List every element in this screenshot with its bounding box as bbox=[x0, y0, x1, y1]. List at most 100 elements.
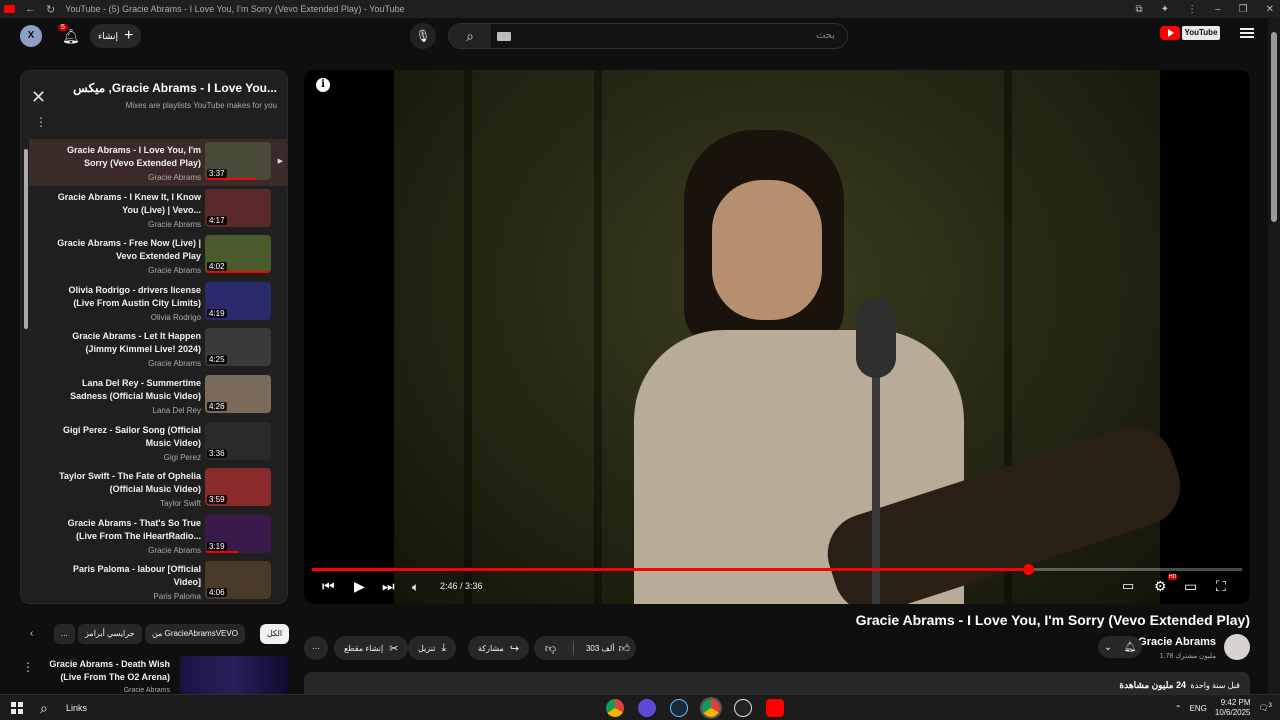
playlist-item-thumbnail[interactable]: 4:17 bbox=[205, 188, 271, 227]
more-actions-button[interactable]: ⋯ bbox=[304, 636, 328, 660]
playlist-item-title[interactable]: Lana Del Rey - Summertime Sadness (Offic… bbox=[51, 377, 201, 403]
chevron-left-icon[interactable]: ‹ bbox=[30, 628, 33, 639]
playlist-item-thumbnail[interactable]: 4:26 bbox=[205, 374, 271, 413]
theater-mode-icon[interactable]: ▭ bbox=[1184, 578, 1197, 595]
page-scrollbar-thumb[interactable] bbox=[1271, 32, 1277, 222]
playlist-item-title[interactable]: Taylor Swift - The Fate of Ophelia (Offi… bbox=[51, 470, 201, 496]
volume-icon[interactable]: 🔈︎ bbox=[412, 580, 419, 595]
playlist-item-title[interactable]: Paris Paloma - labour [Official Video] bbox=[51, 563, 201, 589]
close-window-button[interactable]: ✕ bbox=[1266, 4, 1274, 15]
keyboard-icon[interactable] bbox=[497, 32, 511, 41]
page-scrollbar[interactable] bbox=[1268, 18, 1280, 694]
chrome-active-icon[interactable] bbox=[700, 697, 722, 719]
playlist-item[interactable]: Olivia Rodrigo - drivers license (Live F… bbox=[29, 279, 287, 326]
menu-icon[interactable] bbox=[1240, 28, 1254, 38]
playlist-item-thumbnail[interactable]: 4:06 bbox=[205, 561, 271, 600]
playlist-item[interactable]: Gigi Perez - Sailor Song (Official Music… bbox=[29, 419, 287, 466]
maximize-button[interactable]: ❐ bbox=[1239, 4, 1248, 15]
video-player[interactable]: i ⏮︎ ▶︎ ⏭︎ 🔈︎ 2:46 / 3:36 ▭ ⚙︎ HD ▭ ⛶ bbox=[304, 70, 1250, 604]
clip-button[interactable]: إنشاء مقطع ✂ bbox=[334, 636, 409, 660]
previous-icon[interactable]: ⏮︎ bbox=[322, 578, 335, 595]
steam-icon[interactable] bbox=[670, 699, 688, 717]
playlist-item[interactable]: Gracie Abrams - Let It Happen (Jimmy Kim… bbox=[29, 325, 287, 372]
playlist-item[interactable]: Gracie Abrams - Free Now (Live) | Vevo E… bbox=[29, 232, 287, 279]
playlist-item[interactable]: Gracie Abrams - I Knew It, I Know You (L… bbox=[29, 186, 287, 233]
playlist-item-thumbnail[interactable]: 4:25 bbox=[205, 328, 271, 367]
taskbar-search-icon[interactable]: ⌕ bbox=[40, 700, 48, 717]
subtitles-icon[interactable]: ▭ bbox=[1122, 578, 1134, 594]
search-button[interactable]: ⌕ bbox=[449, 24, 491, 48]
chrome-icon[interactable] bbox=[606, 699, 624, 717]
playlist-item-thumbnail[interactable]: 3:59 bbox=[205, 468, 271, 507]
search-input[interactable]: بحث bbox=[816, 30, 835, 41]
translate-icon[interactable]: ⧉ bbox=[1136, 4, 1143, 15]
youtube-tab-icon bbox=[4, 5, 15, 13]
like-button[interactable]: 303 ألف 👍︎ bbox=[580, 642, 636, 655]
close-icon[interactable]: ✕ bbox=[31, 87, 46, 108]
search-box[interactable]: ⌕ بحث bbox=[448, 23, 848, 49]
next-icon[interactable]: ⏭︎ bbox=[382, 578, 395, 595]
playlist-item-title[interactable]: Olivia Rodrigo - drivers license (Live F… bbox=[51, 284, 201, 310]
minimize-button[interactable]: – bbox=[1215, 4, 1221, 15]
youtube-logo[interactable]: YouTube bbox=[1160, 26, 1220, 40]
playlist-item[interactable]: Gracie Abrams - That's So True (Live Fro… bbox=[29, 512, 287, 559]
clock[interactable]: 9:42 PM 10/6/2025 bbox=[1215, 698, 1251, 718]
playlist-item-thumbnail[interactable]: 4:02 bbox=[205, 235, 271, 274]
recommended-video[interactable]: ⋮ Gracie Abrams - Death Wish (Live From … bbox=[20, 656, 288, 694]
messenger-icon[interactable] bbox=[638, 699, 656, 717]
subscription-button[interactable]: ⌄ 🔔︎ bbox=[1098, 636, 1142, 658]
chevron-up-icon[interactable]: ⌃ bbox=[1175, 704, 1182, 713]
playlist-item[interactable]: Lana Del Rey - Summertime Sadness (Offic… bbox=[29, 372, 287, 419]
channel-name[interactable]: ✔︎ Gracie Abrams bbox=[1129, 636, 1216, 648]
playlist-item[interactable]: Gracie Abrams - I Love You, I'm Sorry (V… bbox=[29, 139, 287, 186]
extensions-icon[interactable]: ✦ bbox=[1161, 4, 1169, 15]
back-icon[interactable]: ← bbox=[25, 3, 36, 15]
menu-dots-icon[interactable]: ⋮ bbox=[1187, 4, 1197, 15]
share-button[interactable]: مشاركة ↪ bbox=[468, 636, 530, 660]
windows-start-icon[interactable] bbox=[11, 702, 23, 714]
description-box[interactable]: قبل سنة واحدة 24 مليون مشاهدة bbox=[304, 672, 1250, 696]
reload-icon[interactable]: ↻ bbox=[46, 3, 55, 16]
speed-icon[interactable] bbox=[734, 699, 752, 717]
play-icon[interactable]: ▶︎ bbox=[354, 578, 365, 595]
playlist-item-title[interactable]: Gracie Abrams - I Knew It, I Know You (L… bbox=[51, 191, 201, 217]
links-toolbar[interactable]: Links bbox=[66, 703, 87, 713]
chip-from-channel[interactable]: من GracieAbramsVEVO bbox=[145, 624, 245, 644]
playlist-item-title[interactable]: Gracie Abrams - I Love You, I'm Sorry (V… bbox=[51, 144, 201, 170]
notification-center-icon[interactable]: 🗨︎3 bbox=[1259, 703, 1273, 713]
download-button[interactable]: تنزيل ⤓ bbox=[408, 636, 457, 660]
playlist-item-thumbnail[interactable]: 3:19 bbox=[205, 514, 271, 553]
chip-all[interactable]: الكل bbox=[260, 624, 290, 644]
settings-icon[interactable]: ⚙︎ bbox=[1154, 578, 1167, 595]
playlist-item[interactable]: Paris Paloma - labour [Official Video] Pa… bbox=[29, 558, 287, 603]
playlist-item[interactable]: Taylor Swift - The Fate of Ophelia (Offi… bbox=[29, 465, 287, 512]
video-frame[interactable] bbox=[394, 70, 1191, 604]
playlist-item-thumbnail[interactable]: 3:37 bbox=[205, 142, 271, 180]
playlist-item-thumbnail[interactable]: 3:36 bbox=[205, 421, 271, 460]
chip-more[interactable]: ... bbox=[54, 624, 75, 644]
recommended-channel[interactable]: Gracie Abrams bbox=[124, 687, 170, 694]
recommended-title[interactable]: Gracie Abrams - Death Wish (Live From Th… bbox=[30, 658, 170, 684]
scrollbar-thumb[interactable] bbox=[24, 149, 28, 329]
playlist-item-title[interactable]: Gigi Perez - Sailor Song (Official Music… bbox=[51, 424, 201, 450]
playlist-item-title[interactable]: Gracie Abrams - That's So True (Live Fro… bbox=[51, 517, 201, 543]
more-options-icon[interactable]: ⋮ bbox=[35, 115, 47, 129]
recommended-thumbnail[interactable] bbox=[180, 656, 288, 694]
chip-gracie-arabic[interactable]: جرايسي أبرامز bbox=[78, 624, 142, 644]
info-icon[interactable]: i bbox=[316, 78, 330, 92]
channel-avatar[interactable] bbox=[1224, 634, 1250, 660]
playlist-item-title[interactable]: Gracie Abrams - Free Now (Live) | Vevo E… bbox=[51, 237, 201, 263]
dislike-button[interactable]: 👎︎ bbox=[534, 642, 567, 655]
language-indicator[interactable]: ENG bbox=[1190, 704, 1207, 713]
channel-name-text[interactable]: Gracie Abrams bbox=[1138, 636, 1216, 648]
playlist-item-thumbnail[interactable]: 4:19 bbox=[205, 281, 271, 320]
playlist-title[interactable]: ميكس ,Gracie Abrams - I Love You... bbox=[73, 81, 277, 95]
progress-bar[interactable] bbox=[312, 564, 1242, 575]
voice-search-button[interactable]: 🎙︎ bbox=[410, 23, 436, 49]
fullscreen-icon[interactable]: ⛶ bbox=[1216, 578, 1226, 595]
account-avatar[interactable]: X bbox=[20, 25, 42, 47]
playlist-item-title[interactable]: Gracie Abrams - Let It Happen (Jimmy Kim… bbox=[51, 330, 201, 356]
notifications-button[interactable]: 🔔︎ 5 bbox=[58, 24, 80, 46]
create-button[interactable]: إنشاء + bbox=[90, 24, 142, 48]
youtube-app-icon[interactable] bbox=[766, 699, 784, 717]
